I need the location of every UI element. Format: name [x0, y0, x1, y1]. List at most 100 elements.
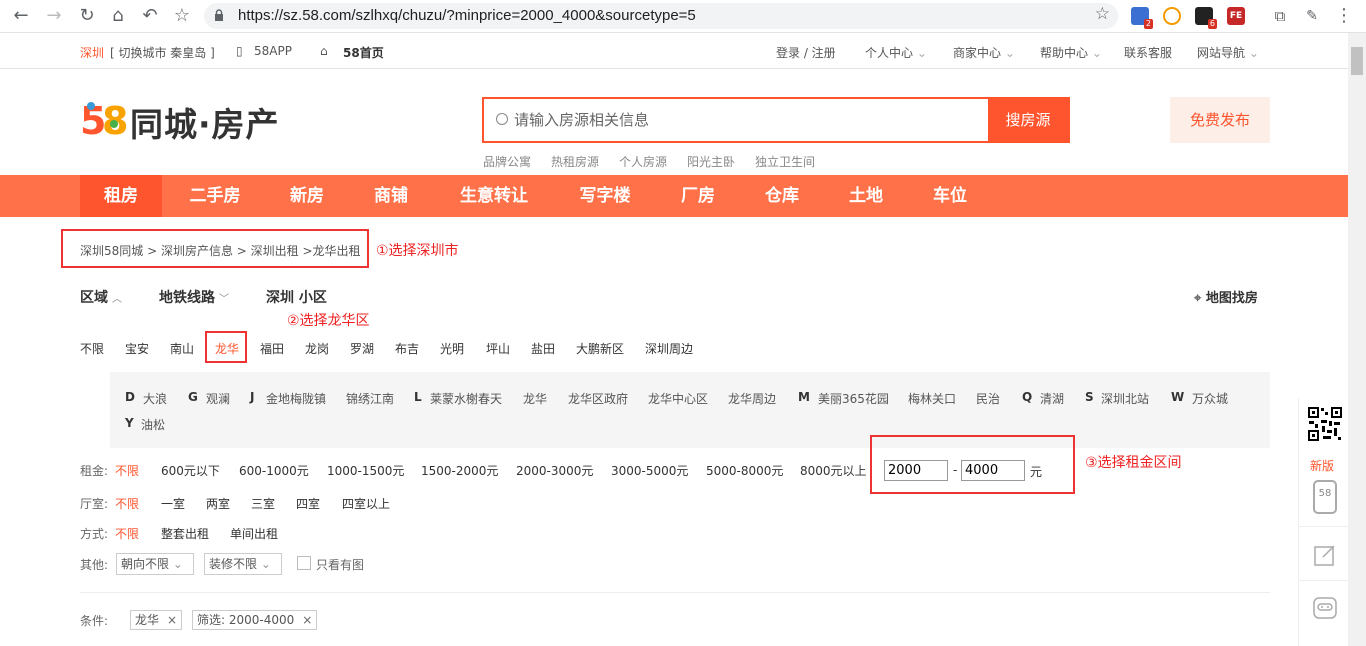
subarea-option[interactable]: 梅林关口: [908, 390, 956, 407]
infinity-extension-icon[interactable]: [1163, 7, 1181, 25]
hot-link[interactable]: 独立卫生间: [755, 153, 815, 170]
subarea-option[interactable]: 深圳北站: [1101, 390, 1149, 407]
rooms-option[interactable]: 四室以上: [342, 495, 390, 512]
scrollbar-thumb[interactable]: [1351, 47, 1363, 75]
tab-area[interactable]: 区域 ︿: [80, 287, 122, 307]
district-option[interactable]: 南山: [170, 340, 194, 357]
subarea-option[interactable]: 锦绣江南: [346, 390, 394, 407]
scrollbar[interactable]: [1348, 33, 1366, 646]
subarea-option[interactable]: 万众城: [1192, 390, 1228, 407]
tab-metro[interactable]: 地铁线路 ﹀: [159, 287, 229, 307]
logo-58[interactable]: 5 8: [80, 98, 128, 143]
min-price-input[interactable]: 2000: [884, 460, 948, 481]
rooms-option[interactable]: 两室: [206, 495, 230, 512]
address-bar[interactable]: https://sz.58.com/szlhxq/chuzu/?minprice…: [204, 3, 1118, 29]
district-option[interactable]: 大鹏新区: [576, 340, 624, 357]
personal-center-link[interactable]: 个人中心 ⌄: [865, 44, 927, 61]
home-icon[interactable]: ⌂: [107, 5, 129, 27]
max-price-input[interactable]: 4000: [961, 460, 1025, 481]
login-link[interactable]: 登录 / 注册: [776, 44, 836, 61]
rent-option[interactable]: 1000-1500元: [327, 462, 404, 479]
rent-option[interactable]: 8000元以上: [800, 462, 867, 479]
nav-item-secondhand[interactable]: 二手房: [176, 175, 254, 217]
district-option[interactable]: 盐田: [531, 340, 555, 357]
photo-only-checkbox[interactable]: [297, 556, 311, 570]
subarea-option[interactable]: 莱蒙水榭春天: [430, 390, 502, 407]
help-center-link[interactable]: 帮助中心 ⌄: [1040, 44, 1102, 61]
site-nav-link[interactable]: 网站导航 ⌄: [1197, 44, 1259, 61]
qr-code-icon[interactable]: [1307, 406, 1343, 442]
rooms-option[interactable]: 四室: [296, 495, 320, 512]
orientation-select[interactable]: 朝向不限 ⌄: [116, 553, 194, 575]
search-input[interactable]: [514, 99, 984, 141]
subarea-option[interactable]: 民治: [976, 390, 1000, 407]
rooms-option[interactable]: 一室: [161, 495, 185, 512]
pin-icon[interactable]: ✎: [1301, 5, 1323, 27]
rooms-option-selected[interactable]: 不限: [115, 495, 139, 512]
district-option-selected[interactable]: 龙华: [215, 340, 239, 357]
hot-link[interactable]: 个人房源: [619, 153, 667, 170]
mode-option-selected[interactable]: 不限: [115, 525, 139, 542]
close-icon[interactable]: ×: [302, 613, 312, 627]
nav-item-warehouse[interactable]: 仓库: [752, 175, 812, 217]
district-option[interactable]: 布吉: [395, 340, 419, 357]
nav-item-land[interactable]: 土地: [836, 175, 896, 217]
rent-option[interactable]: 5000-8000元: [706, 462, 783, 479]
district-option[interactable]: 不限: [80, 340, 104, 357]
extension-icon[interactable]: 6: [1195, 7, 1217, 29]
map-search-link[interactable]: ⌖ 地图找房: [1194, 287, 1258, 306]
rent-option[interactable]: 600-1000元: [239, 462, 309, 479]
rent-option[interactable]: 3000-5000元: [611, 462, 688, 479]
subarea-option[interactable]: 龙华周边: [728, 390, 776, 407]
star-icon[interactable]: ☆: [1095, 4, 1110, 24]
new-version-label[interactable]: 新版: [1310, 457, 1334, 474]
district-option[interactable]: 罗湖: [350, 340, 374, 357]
home-link[interactable]: 58首页: [343, 44, 384, 61]
phone-58-icon[interactable]: 58: [1313, 480, 1337, 514]
feedback-edit-icon[interactable]: [1313, 543, 1337, 567]
rent-option[interactable]: 2000-3000元: [516, 462, 593, 479]
forward-icon[interactable]: →: [43, 5, 65, 27]
back-icon[interactable]: ←: [10, 5, 32, 27]
decoration-select[interactable]: 装修不限 ⌄: [204, 553, 282, 575]
customer-service-icon[interactable]: [1312, 595, 1338, 621]
district-option[interactable]: 宝安: [125, 340, 149, 357]
nav-item-factory[interactable]: 厂房: [668, 175, 728, 217]
nav-item-office[interactable]: 写字楼: [566, 175, 644, 217]
district-option[interactable]: 坪山: [486, 340, 510, 357]
free-post-button[interactable]: 免费发布: [1170, 97, 1270, 143]
app-link[interactable]: 58APP: [254, 44, 292, 58]
fe-extension-icon[interactable]: FE: [1227, 7, 1245, 25]
close-icon[interactable]: ×: [167, 613, 177, 627]
customer-service-link[interactable]: 联系客服: [1124, 44, 1172, 61]
current-city[interactable]: 深圳: [80, 44, 104, 61]
subarea-option[interactable]: 观澜: [206, 390, 230, 407]
nav-item-parking[interactable]: 车位: [920, 175, 980, 217]
mode-option[interactable]: 整套出租: [161, 525, 209, 542]
subarea-option[interactable]: 大浪: [143, 390, 167, 407]
extension-icon[interactable]: 2: [1131, 7, 1153, 29]
subarea-option[interactable]: 清湖: [1040, 390, 1064, 407]
subarea-option[interactable]: 金地梅陇镇: [266, 390, 326, 407]
subarea-option[interactable]: 龙华区政府: [568, 390, 628, 407]
bookmark-star-icon[interactable]: ☆: [171, 5, 193, 27]
hot-link[interactable]: 热租房源: [551, 153, 599, 170]
crop-icon[interactable]: ⧉: [1269, 5, 1291, 27]
district-option[interactable]: 深圳周边: [645, 340, 693, 357]
menu-icon[interactable]: ⋮: [1333, 5, 1355, 27]
nav-item-new[interactable]: 新房: [276, 175, 338, 217]
condition-tag[interactable]: 筛选: 2000-4000 ×: [192, 610, 318, 630]
switch-city-link[interactable]: [ 切换城市 秦皇岛 ]: [110, 44, 215, 61]
district-option[interactable]: 光明: [440, 340, 464, 357]
breadcrumb[interactable]: 深圳58同城 > 深圳房产信息 > 深圳出租 >龙华出租: [80, 242, 361, 259]
nav-item-shop[interactable]: 商铺: [360, 175, 422, 217]
rent-option[interactable]: 1500-2000元: [421, 462, 498, 479]
subarea-option[interactable]: 龙华中心区: [648, 390, 708, 407]
subarea-option[interactable]: 美丽365花园: [818, 390, 889, 407]
reload-icon[interactable]: ↻: [76, 5, 98, 27]
rent-option-selected[interactable]: 不限: [115, 462, 139, 479]
search-button[interactable]: 搜房源: [988, 99, 1068, 141]
hot-link[interactable]: 阳光主卧: [687, 153, 735, 170]
nav-item-rent[interactable]: 租房: [80, 175, 162, 217]
undo-icon[interactable]: ↶: [139, 5, 161, 27]
